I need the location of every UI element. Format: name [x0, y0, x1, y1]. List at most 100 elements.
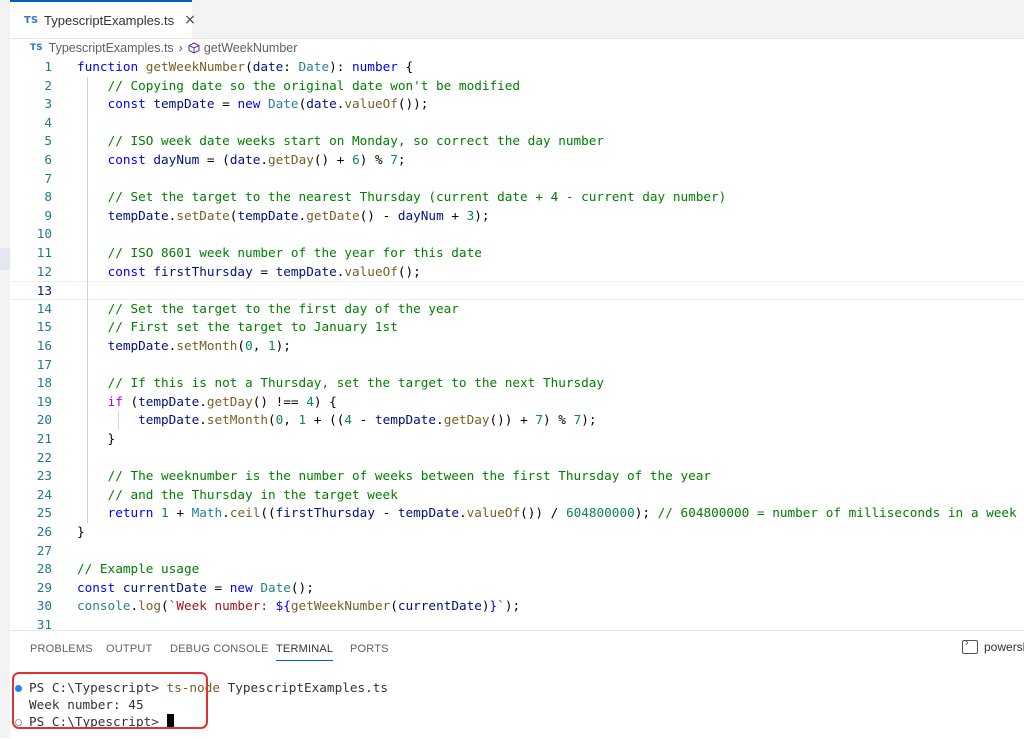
indent-guide — [118, 411, 119, 430]
code-line[interactable]: 17 — [10, 356, 1024, 375]
code-line[interactable]: 24 // and the Thursday in the target wee… — [10, 486, 1024, 505]
line-number: 20 — [36, 412, 52, 428]
code-line[interactable]: 28 // Example usage — [10, 560, 1024, 579]
line-code: if (tempDate.getDay() !== 4) { — [107, 393, 337, 409]
code-line[interactable]: 18 // If this is not a Thursday, set the… — [10, 374, 1024, 393]
line-number: 6 — [44, 152, 52, 167]
tab-title: TypescriptExamples.ts — [44, 12, 175, 28]
line-code: // The weeknumber is the number of weeks… — [107, 468, 712, 484]
close-icon[interactable]: × — [184, 12, 196, 28]
code-line[interactable]: 10 — [10, 225, 1024, 244]
line-number: 25 — [36, 505, 52, 521]
line-code: // Copying date so the original date won… — [107, 77, 521, 93]
code-line[interactable]: 27 — [10, 542, 1024, 561]
code-line[interactable]: 20 tempDate.setMonth(0, 1 + ((4 - tempDa… — [10, 411, 1024, 430]
line-code: tempDate.setMonth(0, 1); — [107, 338, 291, 353]
line-number: 27 — [36, 542, 52, 558]
tab-terminal[interactable]: TERMINAL — [276, 643, 334, 661]
code-line[interactable]: 1 function getWeekNumber(date: Date): num… — [10, 58, 1024, 77]
code-editor[interactable]: 1 function getWeekNumber(date: Date): num… — [10, 58, 1024, 630]
breadcrumb-separator: › — [178, 41, 183, 55]
code-line[interactable]: 16 tempDate.setMonth(0, 1); — [10, 337, 1024, 356]
line-number: 5 — [44, 133, 52, 149]
line-number: 19 — [36, 393, 52, 409]
line-number: 2 — [44, 77, 52, 93]
code-line[interactable]: 29 const currentDate = new Date(); — [10, 579, 1024, 598]
activity-strip — [0, 0, 10, 738]
code-line[interactable]: 12 const firstThursday = tempDate.valueO… — [10, 263, 1024, 282]
line-number: 30 — [36, 598, 52, 614]
code-line[interactable]: 5 // ISO week date weeks start on Monday… — [10, 132, 1024, 151]
line-code: // ISO 8601 week number of the year for … — [107, 245, 482, 260]
line-number: 21 — [36, 431, 52, 446]
line-code: // and the Thursday in the target week — [107, 486, 398, 502]
code-line[interactable]: 11 // ISO 8601 week number of the year f… — [10, 244, 1024, 263]
code-line[interactable]: 4 — [10, 114, 1024, 133]
tab-typescript-examples[interactable]: TS TypescriptExamples.ts × — [10, 0, 196, 38]
line-number: 9 — [44, 207, 52, 223]
code-line[interactable]: 2 // Copying date so the original date w… — [10, 77, 1024, 96]
code-line[interactable]: 7 — [10, 170, 1024, 189]
line-code: // ISO week date weeks start on Monday, … — [107, 133, 605, 149]
line-code: console.log(`Week number: ${getWeekNumbe… — [77, 598, 521, 614]
line-number: 31 — [36, 617, 52, 630]
code-line[interactable]: 31 — [10, 616, 1024, 630]
code-line[interactable]: 13 — [10, 281, 1024, 300]
line-number: 16 — [36, 338, 52, 353]
typescript-file-icon: TS — [30, 43, 43, 53]
line-code: return 1 + Math.ceil((firstThursday - te… — [107, 505, 1017, 521]
code-line[interactable]: 30 console.log(`Week number: ${getWeekNum… — [10, 597, 1024, 616]
line-code: const firstThursday = tempDate.valueOf()… — [107, 263, 421, 279]
breadcrumb-file[interactable]: TypescriptExamples.ts — [49, 41, 174, 55]
breadcrumb: TS TypescriptExamples.ts › getWeekNumber — [30, 40, 297, 56]
line-number: 11 — [36, 245, 52, 260]
line-number: 8 — [44, 189, 52, 205]
terminal-shell-selector[interactable]: powersh — [962, 637, 1024, 654]
activity-highlight — [0, 248, 10, 270]
code-line[interactable]: 6 const dayNum = (date.getDay() + 6) % 7… — [10, 151, 1024, 170]
code-line[interactable]: 26} — [10, 523, 1024, 542]
code-line[interactable]: 9 tempDate.setDate(tempDate.getDate() - … — [10, 207, 1024, 226]
method-cube-icon — [188, 42, 200, 54]
line-number: 18 — [36, 375, 52, 391]
line-number: 3 — [44, 96, 52, 112]
line-code: // Set the target to the first day of th… — [107, 300, 459, 316]
line-number: 22 — [36, 449, 52, 465]
highlight-box — [12, 672, 208, 729]
line-number: 29 — [36, 579, 52, 595]
code-line[interactable]: 19 if (tempDate.getDay() !== 4) { — [10, 393, 1024, 412]
line-number: 23 — [36, 468, 52, 484]
tab-output[interactable]: OUTPUT — [106, 643, 152, 655]
line-number: 28 — [36, 561, 52, 577]
line-code: // First set the target to January 1st — [107, 319, 398, 335]
code-line[interactable]: 14 // Set the target to the first day of… — [10, 300, 1024, 319]
line-code: // Example usage — [77, 561, 200, 577]
line-number: 13 — [36, 283, 52, 299]
line-number: 4 — [44, 114, 52, 130]
code-line[interactable]: 21 } — [10, 430, 1024, 449]
tab-problems[interactable]: PROBLEMS — [30, 643, 93, 655]
line-number: 12 — [36, 263, 52, 279]
panel-tabs: PROBLEMS OUTPUT DEBUG CONSOLE TERMINAL P… — [10, 631, 1024, 669]
code-line[interactable]: 8 // Set the target to the nearest Thurs… — [10, 188, 1024, 207]
code-line[interactable]: 15 // First set the target to January 1s… — [10, 318, 1024, 337]
tab-ports[interactable]: PORTS — [350, 643, 389, 655]
code-line[interactable]: 23 // The weeknumber is the number of we… — [10, 467, 1024, 486]
editor-tab-bar: TS TypescriptExamples.ts × — [10, 0, 1024, 39]
breadcrumb-symbol[interactable]: getWeekNumber — [204, 41, 298, 55]
line-number: 17 — [36, 356, 52, 372]
line-code: // Set the target to the nearest Thursda… — [107, 189, 727, 205]
tab-debug-console[interactable]: DEBUG CONSOLE — [170, 643, 269, 655]
line-code: } — [77, 524, 85, 539]
indent-guide — [87, 76, 88, 523]
line-number: 24 — [36, 486, 52, 502]
line-number: 26 — [36, 524, 52, 539]
typescript-file-icon: TS — [24, 14, 39, 26]
code-line[interactable]: 22 — [10, 449, 1024, 468]
line-number: 14 — [36, 300, 52, 316]
code-line[interactable]: 25 return 1 + Math.ceil((firstThursday -… — [10, 504, 1024, 523]
terminal-icon — [962, 637, 978, 654]
code-line[interactable]: 3 const tempDate = new Date(date.valueOf… — [10, 95, 1024, 114]
line-code: const dayNum = (date.getDay() + 6) % 7; — [107, 152, 406, 167]
line-code: function getWeekNumber(date: Date): numb… — [77, 59, 414, 74]
